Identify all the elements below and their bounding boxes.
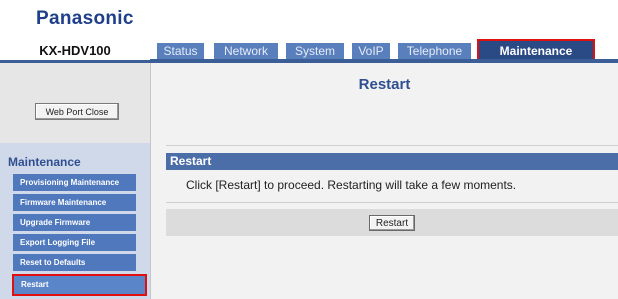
model-bar: KX-HDV100 [0, 41, 150, 63]
restart-message: Click [Restart] to proceed. Restarting w… [186, 178, 517, 192]
divider [166, 145, 618, 146]
button-bar: Restart [166, 209, 618, 236]
web-port-close-button[interactable]: Web Port Close [35, 103, 119, 120]
page-title: Restart [358, 76, 411, 93]
sidebar-item-firmware-maintenance[interactable]: Firmware Maintenance [13, 194, 136, 211]
tab-voip[interactable]: VoIP [352, 43, 390, 59]
sidebar-heading: Maintenance [8, 155, 81, 169]
sidebar-top-panel: Web Port Close [0, 63, 150, 143]
tab-status[interactable]: Status [157, 43, 204, 59]
model-name: KX-HDV100 [39, 43, 111, 58]
section-header: Restart [166, 153, 618, 170]
sidebar-item-reset-to-defaults[interactable]: Reset to Defaults [13, 254, 136, 271]
sidebar-item-provisioning-maintenance[interactable]: Provisioning Maintenance [13, 174, 136, 191]
tab-system[interactable]: System [286, 43, 344, 59]
tab-network[interactable]: Network [214, 43, 278, 59]
sidebar: Web Port Close Maintenance Provisioning … [0, 63, 151, 299]
brand-logo: Panasonic [36, 8, 134, 29]
sidebar-item-restart[interactable]: Restart [12, 274, 147, 296]
divider [166, 202, 618, 203]
sidebar-item-export-logging-file[interactable]: Export Logging File [13, 234, 136, 251]
restart-button[interactable]: Restart [369, 215, 415, 231]
tab-telephone[interactable]: Telephone [398, 43, 471, 59]
main-content: Restart Restart Click [Restart] to proce… [151, 63, 618, 299]
sidebar-item-upgrade-firmware[interactable]: Upgrade Firmware [13, 214, 136, 231]
